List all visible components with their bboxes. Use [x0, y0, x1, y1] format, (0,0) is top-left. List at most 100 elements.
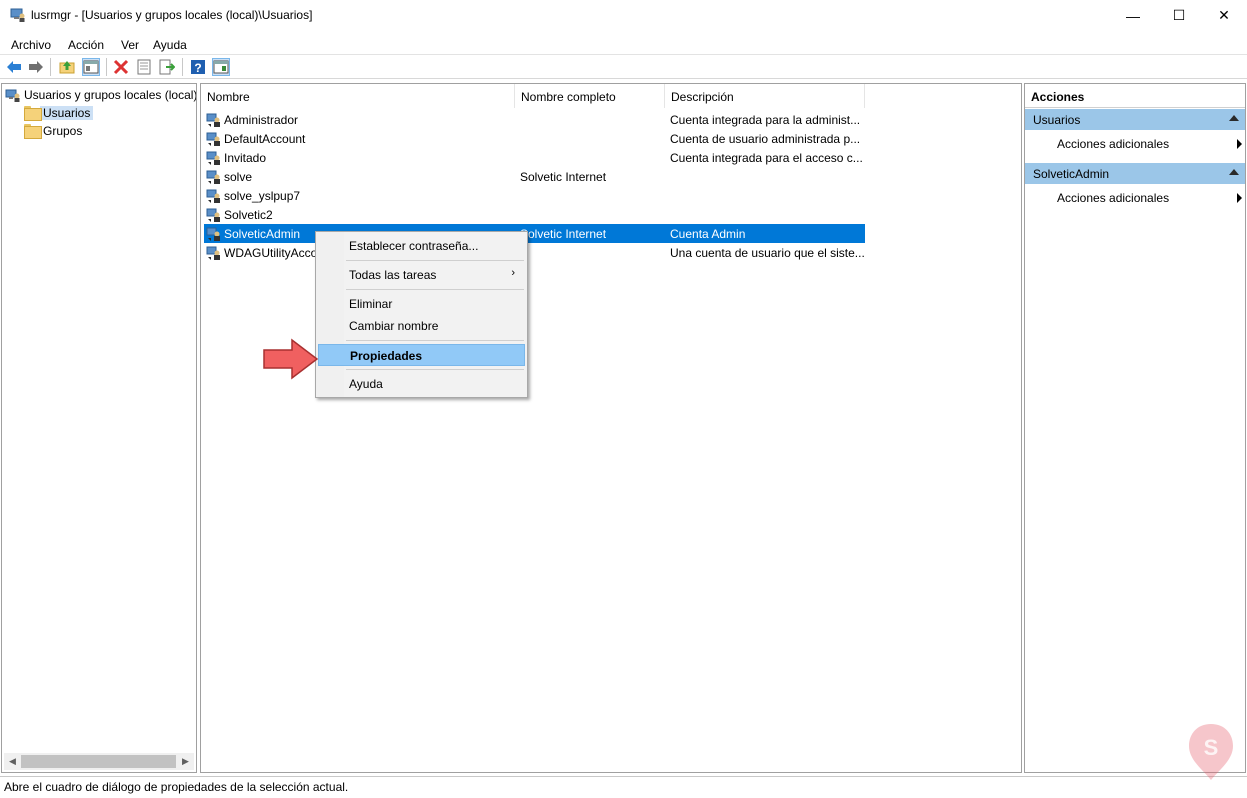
scrollbar-thumb[interactable]	[21, 755, 176, 768]
cell-descripcion: Cuenta integrada para la administ...	[670, 113, 861, 127]
forward-icon	[29, 61, 43, 73]
table-row[interactable]: SolveticAdmin Solvetic Internet Cuenta Adm…	[204, 224, 865, 243]
menu-accion[interactable]: Acción	[68, 35, 104, 52]
annotation-arrow-icon	[263, 338, 319, 380]
svg-text:S: S	[1204, 735, 1219, 760]
list-pane: Nombre Nombre completo Descripción Admin…	[200, 83, 1022, 773]
delete-button[interactable]	[112, 58, 130, 76]
action-acciones-adicionales[interactable]: Acciones adicionales	[1057, 191, 1242, 205]
menu-ver[interactable]: Ver	[121, 35, 139, 52]
action-label: Acciones adicionales	[1057, 191, 1170, 205]
column-header-nombre[interactable]: Nombre	[201, 84, 515, 108]
cell-nombre: Solvetic2	[224, 208, 273, 222]
close-button[interactable]: ✕	[1201, 0, 1247, 31]
tree-item-label: Usuarios	[40, 105, 94, 120]
actions-section-label: Usuarios	[1033, 113, 1081, 127]
user-icon	[206, 246, 220, 260]
properties-button[interactable]	[135, 58, 153, 76]
show-hide-tree-icon	[83, 60, 99, 74]
user-icon	[206, 113, 220, 127]
column-header-descripcion[interactable]: Descripción	[665, 84, 865, 108]
cell-nombre: solve_yslpup7	[224, 189, 301, 203]
ctx-ayuda[interactable]: Ayuda	[318, 373, 525, 395]
tree-horizontal-scrollbar[interactable]: ◀ ▶	[4, 753, 194, 770]
app-icon	[10, 8, 25, 22]
scroll-left-icon[interactable]: ◀	[4, 753, 21, 770]
show-hide-action-pane-icon	[213, 60, 229, 74]
table-row[interactable]: solve_yslpup7	[204, 186, 865, 205]
ctx-todas-las-tareas[interactable]: Todas las tareas ›	[318, 264, 525, 286]
cell-nombre-completo: Solvetic Internet	[520, 170, 607, 184]
cell-nombre: SolveticAdmin	[224, 227, 301, 241]
cell-nombre-completo: Solvetic Internet	[520, 227, 607, 241]
user-icon	[206, 208, 220, 222]
ctx-eliminar[interactable]: Eliminar	[318, 293, 525, 315]
submenu-arrow-icon	[1237, 193, 1242, 203]
toolbar: ?	[0, 54, 1247, 79]
show-hide-action-pane-button[interactable]	[212, 58, 230, 76]
help-icon: ?	[191, 60, 205, 75]
table-row[interactable]: Solvetic2	[204, 205, 865, 224]
tree-item-usuarios[interactable]: Usuarios	[24, 104, 94, 121]
watermark-logo-icon: S	[1189, 724, 1233, 780]
user-icon	[206, 189, 220, 203]
ctx-propiedades[interactable]: Propiedades	[318, 344, 525, 366]
ctx-establecer-contrasena[interactable]: Establecer contraseña...	[318, 235, 525, 257]
actions-section-usuarios[interactable]: Usuarios	[1025, 109, 1245, 130]
status-text: Abre el cuadro de diálogo de propiedades…	[4, 780, 349, 794]
show-hide-tree-button[interactable]	[82, 58, 100, 76]
up-folder-button[interactable]	[58, 58, 76, 76]
window-title: lusrmgr - [Usuarios y grupos locales (lo…	[31, 8, 313, 22]
submenu-arrow-icon	[1237, 139, 1242, 149]
ctx-cambiar-nombre[interactable]: Cambiar nombre	[318, 315, 525, 337]
collapse-icon[interactable]	[1229, 169, 1239, 175]
cell-nombre: WDAGUtilityAcco	[224, 246, 318, 260]
title-bar: lusrmgr - [Usuarios y grupos locales (lo…	[0, 0, 1247, 31]
user-icon	[206, 227, 220, 241]
tree-item-label: Grupos	[43, 123, 83, 138]
table-row[interactable]: Invitado Cuenta integrada para el acceso …	[204, 148, 865, 167]
scroll-right-icon[interactable]: ▶	[177, 753, 194, 770]
back-button[interactable]	[5, 58, 23, 76]
table-row[interactable]: Administrador Cuenta integrada para la ad…	[204, 110, 865, 129]
table-row[interactable]: WDAGUtilityAcco Una cuenta de usuario que…	[204, 243, 865, 262]
maximize-icon: ☐	[1172, 7, 1186, 23]
close-icon: ✕	[1218, 7, 1230, 23]
export-icon	[159, 59, 175, 75]
ctx-label: Establecer contraseña...	[349, 239, 479, 253]
ctx-label: Ayuda	[349, 377, 383, 391]
cell-nombre: Invitado	[224, 151, 267, 165]
back-icon	[7, 61, 21, 73]
computer-users-icon	[5, 89, 20, 102]
cell-nombre: solve	[224, 170, 253, 184]
status-bar: Abre el cuadro de diálogo de propiedades…	[0, 776, 1247, 798]
minimize-button[interactable]: —	[1110, 0, 1156, 31]
menu-archivo[interactable]: Archivo	[11, 35, 51, 52]
svg-text:?: ?	[194, 61, 201, 75]
menu-ayuda[interactable]: Ayuda	[153, 35, 187, 52]
tree-item-grupos[interactable]: Grupos	[24, 122, 85, 139]
minimize-icon: —	[1126, 7, 1140, 24]
collapse-icon[interactable]	[1229, 115, 1239, 121]
actions-section-label: SolveticAdmin	[1033, 167, 1110, 181]
actions-section-solveticadmin[interactable]: SolveticAdmin	[1025, 163, 1245, 184]
cell-nombre: DefaultAccount	[224, 132, 306, 146]
maximize-button[interactable]: ☐	[1156, 0, 1202, 31]
table-row[interactable]: DefaultAccount Cuenta de usuario administ…	[204, 129, 865, 148]
ctx-label: Cambiar nombre	[349, 319, 439, 333]
help-button[interactable]: ?	[189, 58, 207, 76]
column-header-nombre-completo[interactable]: Nombre completo	[515, 84, 665, 108]
properties-icon	[137, 59, 151, 75]
actions-pane: Acciones Usuarios Acciones adicionales S…	[1024, 83, 1246, 773]
context-menu: Establecer contraseña... Todas las tarea…	[315, 231, 528, 398]
table-row[interactable]: solve Solvetic Internet	[204, 167, 865, 186]
tree-root[interactable]: Usuarios y grupos locales (local)	[5, 86, 196, 103]
forward-button[interactable]	[27, 58, 45, 76]
cell-nombre: Administrador	[224, 113, 299, 127]
export-button[interactable]	[158, 58, 176, 76]
action-acciones-adicionales[interactable]: Acciones adicionales	[1057, 137, 1242, 151]
action-label: Acciones adicionales	[1057, 137, 1170, 151]
tree-pane: Usuarios y grupos locales (local) Usuari…	[1, 83, 197, 773]
user-icon	[206, 170, 220, 184]
ctx-label: Propiedades	[350, 349, 423, 363]
